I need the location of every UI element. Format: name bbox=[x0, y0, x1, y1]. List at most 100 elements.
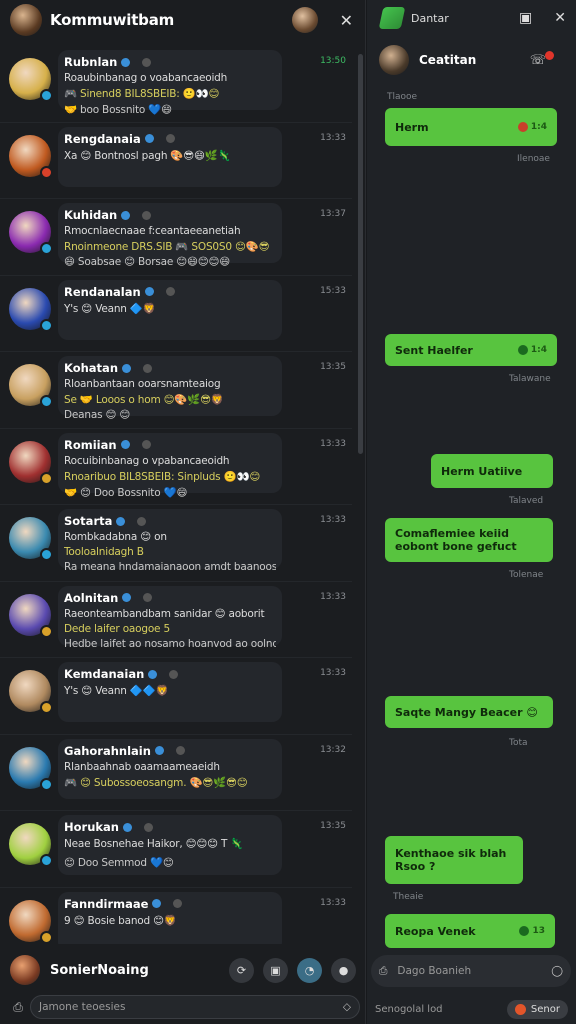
send-label: Senor bbox=[530, 1003, 560, 1015]
conversation-row[interactable]: Rengdanaia Xa 😊 Bontnosl pagh 🎨😎😄🌿🦎 13:33 bbox=[0, 123, 352, 199]
outgoing-message[interactable]: Herm Uatiive bbox=[431, 454, 553, 488]
chat-footer: Senogolal lod Senor bbox=[367, 996, 576, 1022]
message-preview[interactable]: Rubnlan Roaubinbanag o voabancaeoidh 🎮 Sin… bbox=[58, 50, 282, 116]
conversation-row[interactable]: Aolnitan Raeonteambandbam sanidar 😊 aobor… bbox=[0, 582, 352, 658]
message-preview[interactable]: Kuhidan Rmocnlaecnaae f:ceantaeeanetiah Rn… bbox=[58, 203, 282, 268]
message-preview[interactable]: Rengdanaia Xa 😊 Bontnosl pagh 🎨😎😄🌿🦎 bbox=[58, 126, 282, 187]
contact-avatar[interactable] bbox=[9, 670, 53, 714]
read-receipt: 1:4 bbox=[517, 345, 547, 355]
conversation-row[interactable]: Rendanalan Y's 😊 Veann 🔷🦁 15:33 bbox=[0, 276, 352, 352]
outgoing-message[interactable]: Kenthaoe sik blah Rsoo ? bbox=[385, 836, 523, 884]
sync-icon[interactable]: ◔ bbox=[297, 957, 322, 983]
status-dot-icon bbox=[143, 822, 153, 832]
message-preview[interactable]: Kohatan Rloanbantaan ooarsnamteaiog Se 🤝 L… bbox=[58, 356, 282, 421]
message-preview[interactable]: Horukan Neae Bosnehae Haikor, 😊😊😊 T 🦎 😊 Do… bbox=[58, 815, 282, 875]
attach-icon[interactable]: ⎙ bbox=[6, 1000, 30, 1015]
contact-avatar[interactable] bbox=[9, 134, 53, 179]
contact-avatar[interactable] bbox=[9, 823, 53, 867]
timestamp: 13:33 bbox=[320, 132, 346, 143]
contact-avatar[interactable] bbox=[9, 593, 53, 638]
outgoing-message[interactable]: Herm 1:4 bbox=[385, 108, 557, 146]
outgoing-message[interactable]: Saqte Mangy Beacer 😊 bbox=[385, 696, 553, 728]
profile-avatar[interactable] bbox=[291, 7, 318, 33]
conversation-row[interactable]: Horukan Neae Bosnehae Haikor, 😊😊😊 T 🦎 😊 Do… bbox=[0, 811, 352, 888]
conversation-row[interactable]: Kuhidan Rmocnlaecnaae f:ceantaeeanetiah Rn… bbox=[0, 199, 352, 276]
status-dot-icon bbox=[517, 122, 528, 132]
status-badge bbox=[40, 89, 53, 102]
preview-line: Rnoinmeone DRS.SIB 🎮 SOS0S0 😊🎨😎 bbox=[64, 241, 270, 253]
conversation-row[interactable]: Gahorahnlain Rlanbaahnab oaamaameaeidh 🎮 😊… bbox=[0, 735, 352, 811]
outgoing-message[interactable]: Comaflemiee keiid eobont bone gefuct bbox=[385, 518, 553, 562]
outgoing-message[interactable]: Sent Haelfer 1:4 bbox=[385, 334, 557, 366]
contact-name: Ceatitan bbox=[419, 53, 477, 67]
chat-panel-topbar: Dantar ▣ ✕ bbox=[367, 0, 576, 36]
status-dot-icon bbox=[142, 57, 152, 67]
message-preview[interactable]: Aolnitan Raeonteambandbam sanidar 😊 aobor… bbox=[58, 585, 282, 650]
chat-header: Ceatitan ☏ bbox=[367, 36, 576, 84]
status-badge bbox=[40, 395, 53, 408]
refresh-icon[interactable]: ⟳ bbox=[229, 957, 254, 983]
outgoing-message[interactable]: Reopa Venek 13 bbox=[385, 914, 555, 948]
send-button[interactable]: Senor bbox=[506, 999, 568, 1019]
preview-line: 🎮 😊 Subossoeosangm. 🎨😎🌿😎😊 bbox=[64, 776, 248, 789]
preview-line: Rnoaribuo BIL8SBEIB: Sinpluds 🙂👀😊 bbox=[64, 470, 261, 483]
message-input[interactable]: ⎙ Dago Boanieh ◯ bbox=[371, 955, 571, 987]
contact-avatar[interactable] bbox=[9, 58, 53, 102]
contact-avatar[interactable] bbox=[9, 899, 53, 944]
conversation-row[interactable]: Rubnlan Roaubinbanag o voabancaeoidh 🎮 Sin… bbox=[0, 46, 352, 123]
message-preview[interactable]: Gahorahnlain Rlanbaahnab oaamaameaeidh 🎮 😊… bbox=[58, 738, 282, 799]
contact-avatar[interactable] bbox=[9, 211, 53, 255]
contact-name: Rubnlan bbox=[64, 55, 276, 69]
conversation-row[interactable]: Kohatan Rloanbantaan ooarsnamteaiog Se 🤝 L… bbox=[0, 352, 352, 429]
contact-avatar[interactable] bbox=[9, 440, 53, 485]
list-scrollbar[interactable] bbox=[358, 54, 363, 454]
conversation-row[interactable]: Sotarta Rombkadabna 😊 on Tooloalnidagh B Ra… bbox=[0, 505, 352, 582]
close-icon[interactable]: ✕ bbox=[340, 11, 353, 30]
verified-icon bbox=[152, 899, 162, 908]
contact-avatar[interactable] bbox=[9, 746, 53, 791]
preview-line: Rmocnlaecnaae f:ceantaeeanetiah bbox=[64, 225, 241, 237]
contact-avatar[interactable] bbox=[379, 45, 409, 75]
conversation-row[interactable]: Kemdanaian Y's 😊 Veann 🔷🔷🦁 13:33 bbox=[0, 658, 352, 735]
verified-icon bbox=[122, 822, 132, 832]
preview-line: Y's 😊 Veann 🔷🔷🦁 bbox=[64, 685, 169, 697]
message-preview[interactable]: Romiian Rocuibinbanag o vpabancaeoidh Rnoa… bbox=[58, 432, 282, 499]
preview-line: Se 🤝 Looos o hom 😊🎨🌿😎🦁 bbox=[64, 394, 224, 406]
message-meta: Talaved bbox=[509, 496, 544, 506]
timestamp: 13:33 bbox=[320, 897, 346, 908]
search-input[interactable]: Jamone teoesies ◇ bbox=[30, 995, 360, 1019]
status-dot-icon bbox=[165, 134, 175, 143]
emoji-icon[interactable]: ◇ bbox=[343, 1001, 351, 1013]
contact-name: Romiian bbox=[64, 438, 276, 452]
conversation-row[interactable]: Fanndirmaae 9 😊 Bosie banod 😊🦁 13:33 bbox=[0, 888, 352, 944]
close-panel-icon[interactable]: ✕ bbox=[554, 10, 566, 26]
call-icon[interactable]: ☏ bbox=[530, 50, 554, 68]
attach-file-icon[interactable]: ⎙ bbox=[379, 965, 387, 978]
preview-line: 😊 Doo Semmod 💙😊 bbox=[64, 857, 174, 869]
footer-avatar[interactable] bbox=[10, 955, 40, 985]
contact-name: Gahorahnlain bbox=[64, 744, 276, 758]
verified-icon bbox=[120, 440, 130, 449]
contact-name: Horukan bbox=[64, 820, 276, 834]
message-preview[interactable]: Fanndirmaae 9 😊 Bosie banod 😊🦁 bbox=[58, 891, 282, 944]
minimize-icon[interactable]: ▣ bbox=[519, 10, 532, 26]
status-badge bbox=[40, 777, 53, 791]
contact-name: Rendanalan bbox=[64, 285, 276, 299]
verified-icon bbox=[121, 57, 131, 67]
contact-avatar[interactable] bbox=[9, 364, 53, 408]
preview-line: Rlanbaahnab oaamaameaeidh bbox=[64, 760, 220, 773]
chat-bubble-icon[interactable]: ● bbox=[331, 957, 356, 983]
user-avatar[interactable] bbox=[10, 4, 42, 36]
emoji-picker-icon[interactable]: ◯ bbox=[551, 965, 563, 977]
contact-avatar[interactable] bbox=[9, 517, 53, 561]
contact-avatar[interactable] bbox=[9, 287, 53, 332]
conversation-row[interactable]: Romiian Rocuibinbanag o vpabancaeoidh Rnoa… bbox=[0, 429, 352, 505]
preview-line: Roaubinbanag o voabancaeoidh bbox=[64, 72, 228, 84]
message-preview[interactable]: Sotarta Rombkadabna 😊 on Tooloalnidagh B Ra… bbox=[58, 509, 282, 573]
message-preview[interactable]: Kemdanaian Y's 😊 Veann 🔷🔷🦁 bbox=[58, 662, 282, 722]
camera-icon[interactable]: ▣ bbox=[263, 957, 288, 983]
chat-panel: Dantar ▣ ✕ Ceatitan ☏ Tlaooe Herm 1:4 Ileno… bbox=[367, 0, 576, 1024]
message-meta: Tota bbox=[509, 738, 528, 748]
status-badge bbox=[40, 854, 53, 867]
message-preview[interactable]: Rendanalan Y's 😊 Veann 🔷🦁 bbox=[58, 279, 282, 340]
